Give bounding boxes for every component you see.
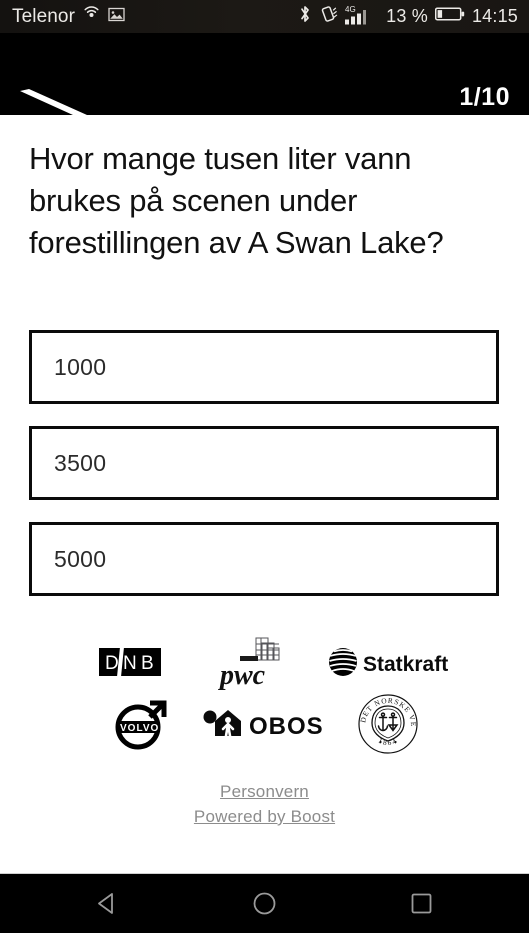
svg-text:4G: 4G bbox=[345, 5, 356, 14]
sponsor-row-2: VOLVO OBOS DET NORSKE VE 1864 bbox=[0, 693, 529, 755]
answer-option-3[interactable]: 5000 bbox=[29, 522, 499, 596]
svg-text:OBOS: OBOS bbox=[249, 713, 324, 740]
powered-by-link[interactable]: Powered by Boost bbox=[0, 804, 529, 829]
clock-label: 14:15 bbox=[471, 6, 518, 26]
answer-option-1[interactable]: 1000 bbox=[29, 330, 499, 404]
sponsor-row-1: D N B pwc Statkraft bbox=[0, 631, 529, 693]
privacy-link[interactable]: Personvern bbox=[0, 779, 529, 804]
recents-icon[interactable] bbox=[400, 882, 444, 926]
volvo-logo: VOLVO bbox=[85, 695, 197, 753]
app-header: 1/10 bbox=[0, 33, 529, 120]
svg-text:pwc: pwc bbox=[218, 660, 266, 690]
bluetooth-icon bbox=[298, 4, 312, 29]
svg-text:N: N bbox=[123, 653, 137, 674]
carrier-label: Telenor bbox=[12, 5, 76, 27]
svg-text:D: D bbox=[105, 653, 119, 674]
pwc-logo: pwc bbox=[186, 633, 321, 691]
question-text: Hvor mange tusen liter vann brukes på sc… bbox=[29, 141, 444, 260]
answer-option-2[interactable]: 3500 bbox=[29, 426, 499, 500]
vibrate-icon bbox=[319, 4, 338, 29]
phone-screen: Telenor 4G 13 % 14:15 1/10 Hvor mange tu… bbox=[0, 0, 529, 933]
dnb-logo: D N B bbox=[74, 633, 186, 691]
wifi-hotspot-icon bbox=[82, 6, 101, 27]
battery-percent-label: 13 % bbox=[386, 6, 428, 26]
svg-text:VOLVO: VOLVO bbox=[120, 723, 159, 734]
sponsor-logos: D N B pwc Statkraft VOLVO OBOS DET NORSK… bbox=[0, 631, 529, 755]
svg-text:Statkraft: Statkraft bbox=[363, 653, 448, 676]
home-icon[interactable] bbox=[243, 882, 287, 926]
svg-text:DET NORSKE VERITAS: DET NORSKE VERITAS bbox=[357, 693, 418, 728]
answer-option-2-label: 3500 bbox=[54, 449, 107, 476]
answer-option-1-label: 1000 bbox=[54, 353, 107, 380]
dnv-logo: DET NORSKE VERITAS 1864 bbox=[332, 693, 444, 754]
status-bar-right: 4G 13 % 14:15 bbox=[298, 4, 518, 30]
back-icon[interactable] bbox=[86, 882, 130, 926]
status-bar-left: Telenor bbox=[12, 6, 298, 28]
answer-option-3-label: 5000 bbox=[54, 545, 107, 572]
answer-list: 1000 3500 5000 bbox=[29, 330, 499, 618]
battery-icon bbox=[434, 6, 465, 27]
svg-text:B: B bbox=[141, 653, 154, 674]
statkraft-logo: Statkraft bbox=[321, 633, 456, 691]
signal-bars-icon: 4G bbox=[345, 4, 379, 30]
status-bar: Telenor 4G 13 % 14:15 bbox=[0, 0, 529, 33]
obos-logo: OBOS bbox=[197, 695, 332, 753]
footer-links: Personvern Powered by Boost bbox=[0, 779, 529, 829]
image-icon bbox=[108, 6, 125, 28]
quiz-content: Hvor mange tusen liter vann brukes på sc… bbox=[0, 115, 529, 874]
question-counter: 1/10 bbox=[459, 83, 510, 111]
android-navigation-bar bbox=[0, 874, 529, 933]
